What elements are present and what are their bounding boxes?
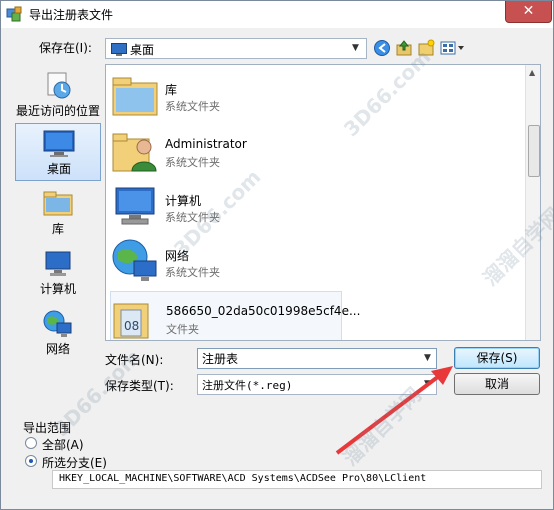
radio-circle[interactable]: [25, 437, 37, 449]
save-in-label: 保存在(I):: [39, 41, 92, 55]
list-item[interactable]: 库 系统文件夹: [110, 69, 522, 123]
radio-circle[interactable]: [25, 455, 37, 467]
list-item[interactable]: 08 586650_02da50c01998e5cf4e... 文件夹: [110, 291, 360, 340]
network-icon: [43, 310, 72, 337]
scrollbar-thumb[interactable]: [528, 125, 540, 177]
new-folder-icon[interactable]: [417, 39, 437, 57]
places-bar: 最近访问的位置 桌面 库 计算机 网络: [15, 64, 101, 399]
export-registry-dialog: 导出注册表文件 ✕ 保存在(I): 桌面 ▼ 最近访问的位置 桌面 库 计算机 …: [0, 0, 554, 510]
file-type: 系统文件夹: [165, 266, 220, 279]
title-bar[interactable]: 导出注册表文件 ✕: [1, 1, 553, 28]
branch-path: HKEY_LOCAL_MACHINE\SOFTWARE\ACD Systems\…: [59, 473, 427, 484]
file-name: 网络: [165, 249, 190, 263]
list-item[interactable]: 计算机 系统文件夹: [110, 180, 522, 234]
file-list[interactable]: 库 系统文件夹 Administrator 系统文件夹 计算机 系统文件夹 网络…: [105, 64, 541, 341]
library-icon: [43, 191, 73, 216]
view-menu-icon[interactable]: [439, 39, 467, 57]
vertical-scrollbar[interactable]: ▲: [525, 65, 540, 340]
user-folder-icon: [112, 133, 157, 172]
place-desktop[interactable]: 桌面: [15, 123, 101, 181]
file-name: 库: [165, 83, 178, 97]
file-name: 计算机: [165, 194, 202, 208]
desktop-icon: [43, 130, 75, 157]
file-type: 文件夹: [166, 323, 199, 336]
file-name: Administrator: [165, 137, 247, 151]
branch-path-field[interactable]: HKEY_LOCAL_MACHINE\SOFTWARE\ACD Systems\…: [52, 470, 542, 489]
place-library[interactable]: 库: [15, 184, 101, 240]
location-value: 桌面: [130, 43, 155, 57]
folder-icon: 08: [113, 303, 149, 339]
place-computer[interactable]: 计算机: [15, 244, 101, 300]
up-folder-icon[interactable]: [395, 39, 415, 57]
computer-icon: [45, 251, 71, 276]
place-label: 桌面: [46, 162, 71, 176]
location-dropdown[interactable]: 桌面 ▼: [105, 38, 367, 59]
export-range-group: 导出范围 全部(A) 所选分支(E) HKEY_LOCAL_MACHINE\SO…: [15, 419, 542, 497]
filetype-label: 保存类型(T):: [105, 379, 174, 393]
group-title: 导出范围: [23, 421, 72, 435]
filetype-value: 注册文件(*.reg): [202, 379, 293, 392]
chevron-down-icon[interactable]: ▼: [424, 353, 431, 363]
file-type: 系统文件夹: [165, 100, 220, 113]
radio-selected-branch[interactable]: 所选分支(E): [25, 453, 225, 470]
recent-places-icon: [47, 72, 71, 99]
list-item[interactable]: Administrator 系统文件夹: [110, 125, 522, 179]
back-icon[interactable]: [373, 39, 393, 57]
radio-all[interactable]: 全部(A): [25, 435, 225, 452]
regedit-icon: [6, 6, 22, 22]
save-button[interactable]: 保存(S): [454, 347, 540, 369]
window-title: 导出注册表文件: [29, 8, 114, 22]
chevron-down-icon: ▼: [352, 43, 359, 53]
file-name: 586650_02da50c01998e5cf4e...: [166, 304, 361, 318]
library-folder-icon: [112, 77, 158, 116]
close-icon: ✕: [522, 3, 535, 19]
place-label: 最近访问的位置: [15, 104, 100, 118]
desktop-icon: [111, 43, 127, 56]
radio-label: 所选分支(E): [42, 456, 107, 470]
close-button[interactable]: ✕: [505, 1, 552, 23]
filename-label: 文件名(N):: [105, 353, 164, 367]
cancel-button[interactable]: 取消: [454, 373, 540, 395]
list-item[interactable]: 网络 系统文件夹: [110, 235, 522, 289]
radio-label: 全部(A): [42, 438, 84, 452]
place-recent[interactable]: 最近访问的位置: [15, 66, 101, 122]
file-type: 系统文件夹: [165, 211, 220, 224]
place-label: 库: [51, 222, 64, 236]
computer-icon: [115, 187, 155, 225]
svg-text:08: 08: [124, 319, 139, 333]
place-network[interactable]: 网络: [15, 304, 101, 360]
network-icon: [112, 239, 157, 281]
place-label: 计算机: [39, 282, 76, 296]
place-label: 网络: [45, 342, 70, 356]
file-type: 系统文件夹: [165, 156, 220, 169]
scroll-up-icon[interactable]: ▲: [529, 68, 535, 77]
